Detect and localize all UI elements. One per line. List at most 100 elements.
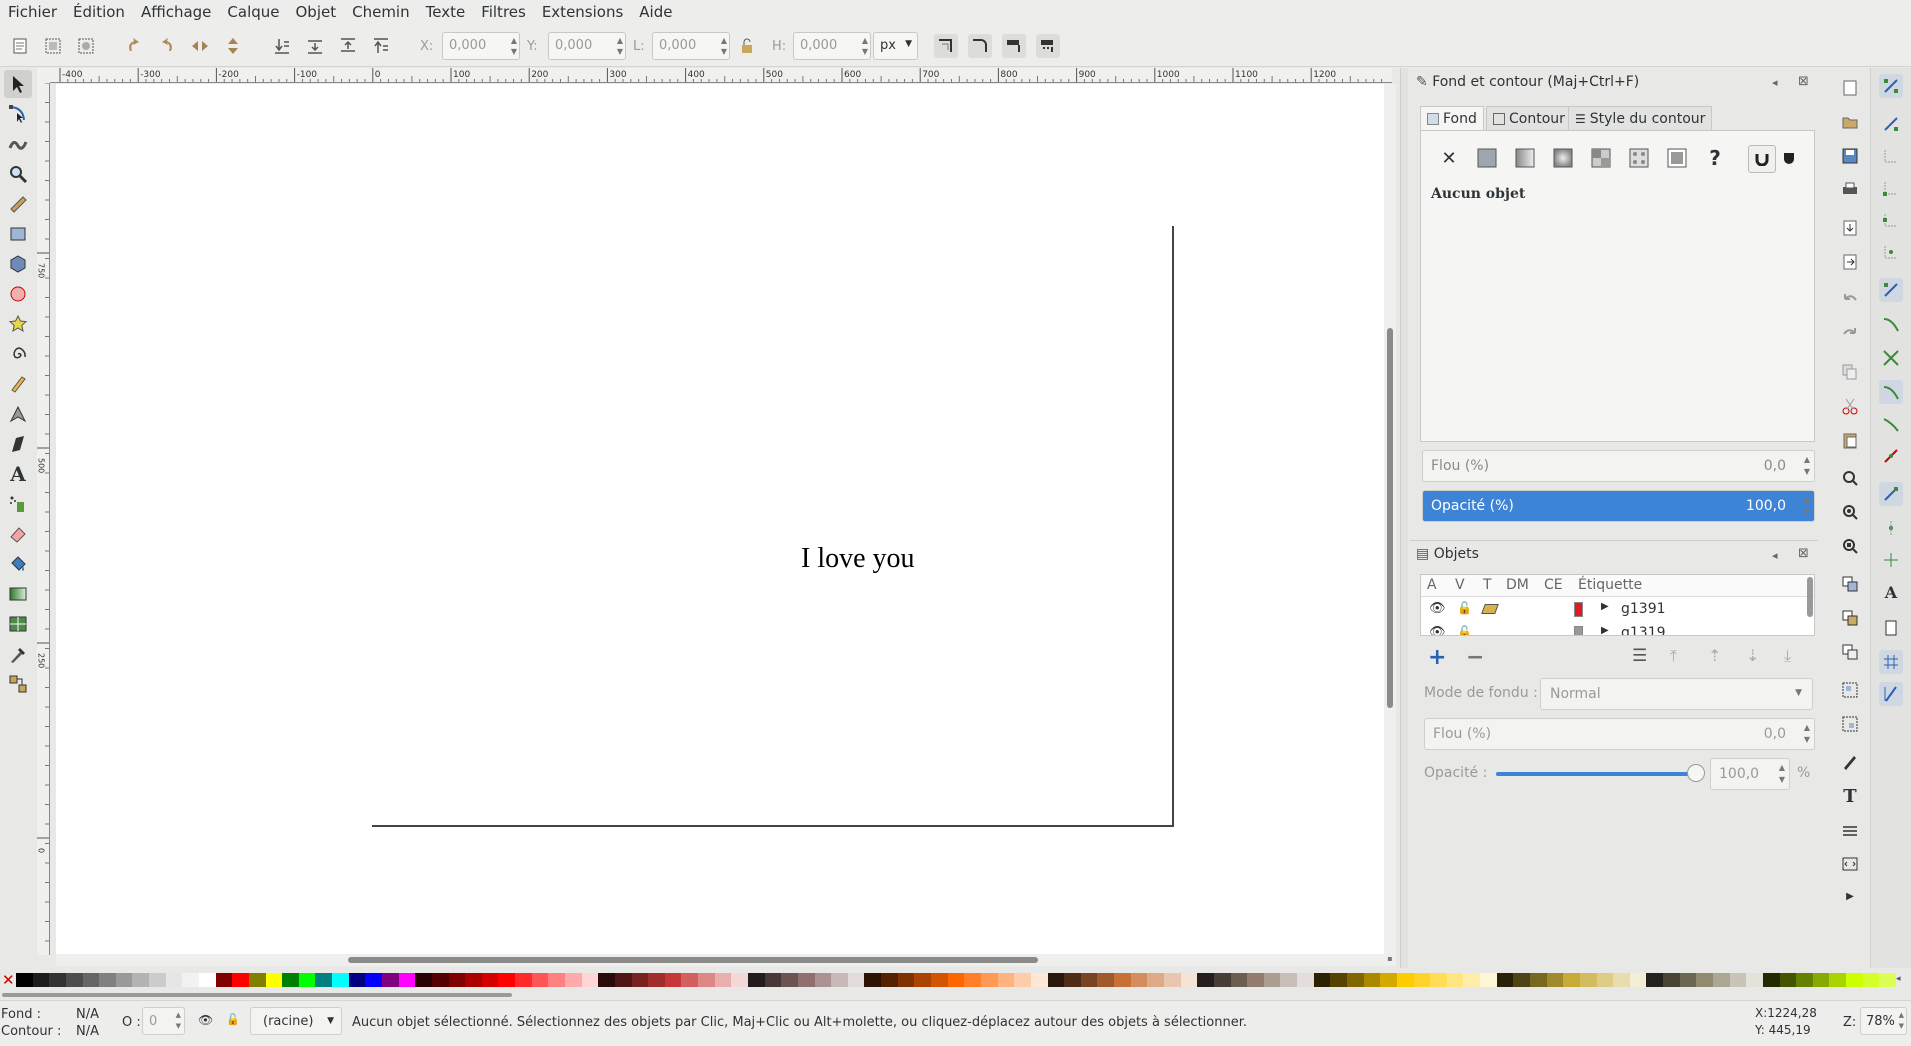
row-color-tag[interactable] bbox=[1574, 626, 1583, 635]
eraser-tool-icon[interactable] bbox=[4, 520, 32, 548]
dropper-tool-icon[interactable] bbox=[4, 640, 32, 668]
object-opacity-field[interactable]: 100,0 ▲ ▼ bbox=[1710, 758, 1790, 790]
object-opacity-slider[interactable] bbox=[1496, 764, 1705, 782]
color-swatch[interactable] bbox=[1463, 973, 1481, 987]
collapse-icon[interactable]: ◂ bbox=[1772, 76, 1778, 89]
measure-tool-icon[interactable] bbox=[4, 190, 32, 218]
snap-grid-icon[interactable] bbox=[1879, 650, 1903, 674]
color-swatch[interactable] bbox=[914, 973, 932, 987]
color-swatch[interactable] bbox=[182, 973, 200, 987]
color-swatch[interactable] bbox=[199, 973, 216, 987]
color-swatch[interactable] bbox=[614, 973, 632, 987]
star-tool-icon[interactable] bbox=[4, 310, 32, 338]
color-swatch[interactable] bbox=[881, 973, 899, 987]
color-swatch[interactable] bbox=[781, 973, 799, 987]
table-row[interactable]: 👁 🔓 ▶ g1319 bbox=[1421, 622, 1814, 635]
color-swatch[interactable] bbox=[448, 973, 466, 987]
opacity-short-field[interactable]: 0 ▲ ▼ bbox=[142, 1007, 185, 1035]
color-swatch[interactable] bbox=[531, 973, 549, 987]
color-swatch[interactable] bbox=[265, 973, 283, 987]
h-field[interactable]: 0,000 ▲ ▼ bbox=[793, 32, 871, 60]
3d-box-tool-icon[interactable] bbox=[4, 250, 32, 278]
fill-indicator-value[interactable]: N/A bbox=[76, 1007, 99, 1022]
color-swatch[interactable] bbox=[149, 973, 167, 987]
eye-icon[interactable]: 👁 bbox=[1429, 601, 1446, 616]
fill-stroke-dialog-icon[interactable] bbox=[1838, 750, 1862, 774]
color-swatch[interactable] bbox=[1496, 973, 1514, 987]
copy-icon[interactable] bbox=[1838, 360, 1862, 384]
fill-rule-nonzero-icon[interactable] bbox=[1776, 145, 1802, 171]
color-swatch[interactable] bbox=[1114, 973, 1132, 987]
radial-gradient-icon[interactable] bbox=[1550, 145, 1576, 171]
redo-icon[interactable] bbox=[1838, 322, 1862, 346]
vertical-scrollbar[interactable] bbox=[1384, 84, 1396, 954]
spiral-tool-icon[interactable] bbox=[4, 340, 32, 368]
color-swatch[interactable] bbox=[731, 973, 749, 987]
color-swatch[interactable] bbox=[315, 973, 333, 987]
menu-texte[interactable]: Texte bbox=[418, 0, 474, 25]
color-swatch[interactable] bbox=[814, 973, 832, 987]
color-swatch[interactable] bbox=[1130, 973, 1148, 987]
color-swatch[interactable] bbox=[648, 973, 666, 987]
palette-menu-icon[interactable]: ◂ bbox=[1896, 974, 1901, 984]
menu-aide[interactable]: Aide bbox=[631, 0, 680, 25]
menu-calque[interactable]: Calque bbox=[219, 0, 287, 25]
color-swatch[interactable] bbox=[548, 973, 566, 987]
x-field[interactable]: 0,000 ▲ ▼ bbox=[442, 32, 520, 60]
lock-ratio-icon[interactable] bbox=[735, 34, 759, 58]
gradient-tool-icon[interactable] bbox=[4, 580, 32, 608]
color-swatch[interactable] bbox=[1097, 973, 1115, 987]
snap-bbox-midpoint-icon[interactable] bbox=[1879, 208, 1903, 232]
lower-icon[interactable]: ⇣ bbox=[1746, 646, 1759, 665]
group-icon[interactable] bbox=[1838, 678, 1862, 702]
objects-scroll-thumb[interactable] bbox=[1807, 577, 1813, 617]
color-swatch[interactable] bbox=[980, 973, 998, 987]
object-opacity-slider-knob[interactable] bbox=[1687, 764, 1705, 782]
zoom-tool-icon[interactable] bbox=[4, 160, 32, 188]
scale-stroke-icon[interactable] bbox=[934, 34, 958, 58]
col-t[interactable]: T bbox=[1483, 577, 1492, 593]
color-swatch[interactable] bbox=[415, 973, 433, 987]
pen-tool-icon[interactable] bbox=[4, 400, 32, 428]
select-all-layers-icon[interactable] bbox=[41, 34, 65, 58]
row-label[interactable]: g1391 bbox=[1621, 601, 1666, 617]
snap-nodes-icon[interactable] bbox=[1879, 278, 1903, 302]
selector-tool-icon[interactable] bbox=[4, 70, 32, 98]
rectangle-tool-icon[interactable] bbox=[4, 220, 32, 248]
color-swatch[interactable] bbox=[847, 973, 865, 987]
color-swatch[interactable] bbox=[1546, 973, 1564, 987]
remove-icon[interactable]: − bbox=[1466, 645, 1484, 670]
color-swatch[interactable] bbox=[1446, 973, 1464, 987]
color-swatch[interactable] bbox=[1812, 973, 1830, 987]
color-swatch[interactable] bbox=[82, 973, 100, 987]
snap-cusp-icon[interactable] bbox=[1879, 380, 1903, 404]
color-swatch[interactable] bbox=[498, 973, 516, 987]
unlock-icon[interactable]: 🔓 bbox=[1457, 601, 1472, 615]
color-swatch[interactable] bbox=[1613, 973, 1631, 987]
color-swatch[interactable] bbox=[1696, 973, 1714, 987]
linear-gradient-icon[interactable] bbox=[1512, 145, 1538, 171]
color-swatch[interactable] bbox=[1147, 973, 1165, 987]
snap-intersection-icon[interactable] bbox=[1879, 346, 1903, 370]
toggle-lock-icon[interactable]: 🔓 bbox=[226, 1013, 240, 1026]
expand-icon[interactable]: ▶ bbox=[1601, 625, 1609, 635]
color-swatch[interactable] bbox=[1579, 973, 1597, 987]
color-swatch[interactable] bbox=[698, 973, 716, 987]
scale-corners-icon[interactable] bbox=[968, 34, 992, 58]
color-swatch[interactable] bbox=[1396, 973, 1414, 987]
menu-objet[interactable]: Objet bbox=[288, 0, 345, 25]
raise-icon[interactable]: ⇡ bbox=[1708, 646, 1721, 665]
tab-style-contour[interactable]: ☰ Style du contour bbox=[1568, 106, 1713, 131]
menu-affichage[interactable]: Affichage bbox=[133, 0, 219, 25]
color-swatch[interactable] bbox=[931, 973, 949, 987]
snap-bbox-icon[interactable] bbox=[1879, 112, 1903, 136]
menu-chemin[interactable]: Chemin bbox=[344, 0, 418, 25]
snap-bbox-edge-icon[interactable] bbox=[1879, 144, 1903, 168]
dock-handle[interactable] bbox=[1400, 68, 1408, 968]
pencil-tool-icon[interactable] bbox=[4, 370, 32, 398]
transform-patterns-icon[interactable] bbox=[1036, 34, 1060, 58]
new-document-icon[interactable] bbox=[1838, 76, 1862, 100]
w-field[interactable]: 0,000 ▲ ▼ bbox=[652, 32, 730, 60]
color-swatch[interactable] bbox=[714, 973, 732, 987]
color-swatch[interactable] bbox=[16, 973, 33, 987]
